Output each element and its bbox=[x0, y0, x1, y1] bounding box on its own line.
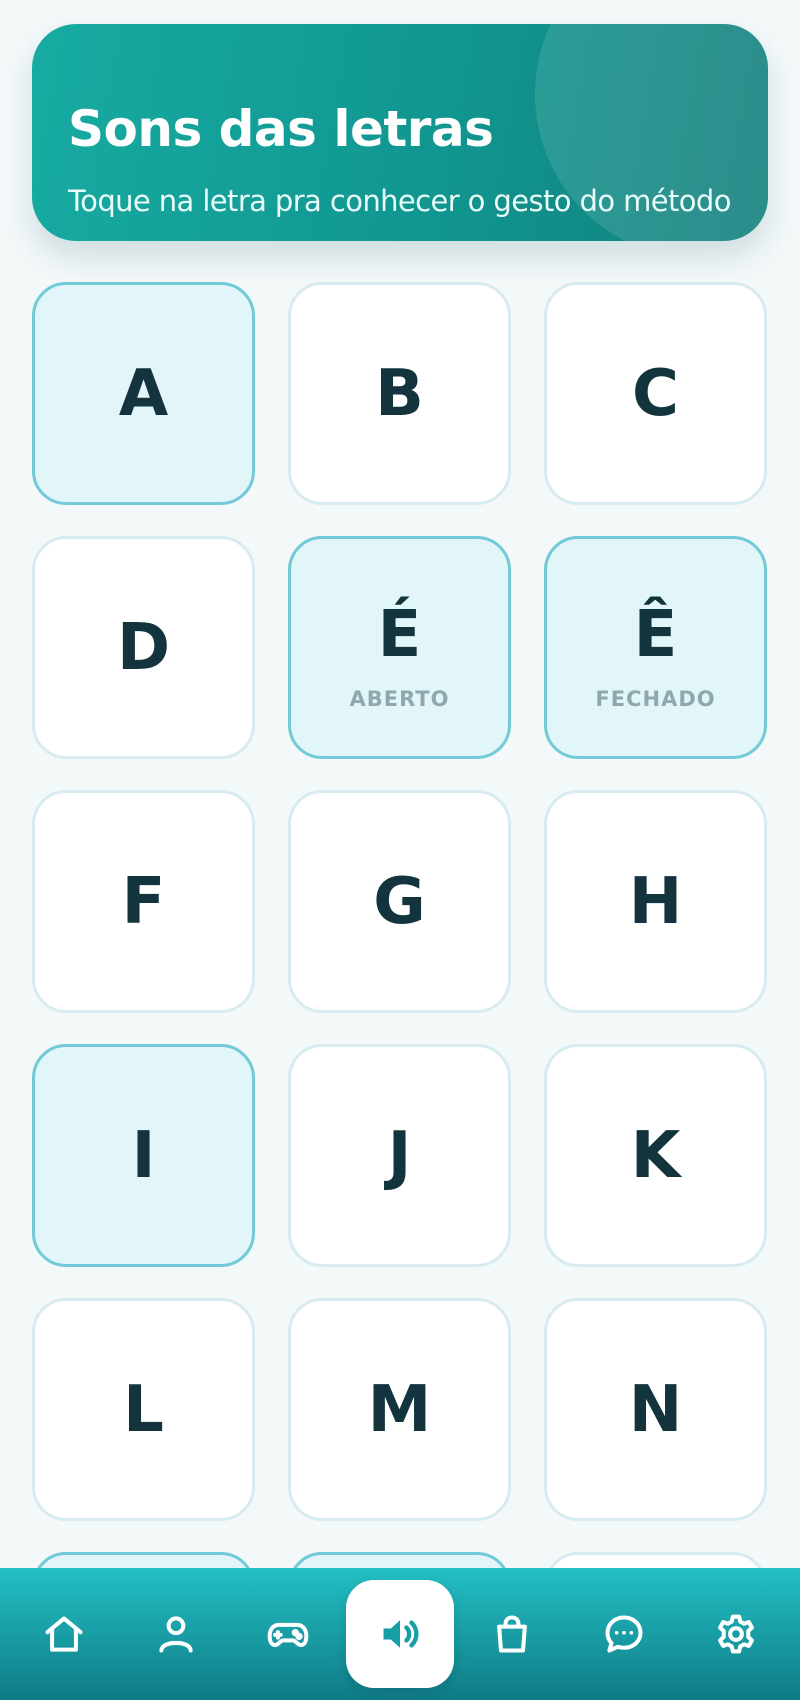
letter-sound-label: ABERTO bbox=[349, 686, 450, 711]
letter-tile[interactable] bbox=[288, 1552, 511, 1569]
letter-tile[interactable]: C bbox=[544, 282, 767, 505]
letter-tile[interactable]: Ê FECHADO bbox=[544, 536, 767, 759]
home-icon bbox=[45, 1616, 83, 1652]
letter-tile[interactable] bbox=[32, 1552, 255, 1569]
nav-games[interactable] bbox=[234, 1580, 342, 1688]
nav-settings[interactable] bbox=[682, 1580, 790, 1688]
letter-label: Ê bbox=[633, 597, 678, 672]
letter-label: B bbox=[375, 356, 424, 431]
letter-label: D bbox=[116, 610, 171, 685]
letter-label: L bbox=[123, 1372, 164, 1447]
letter-tile[interactable]: I bbox=[32, 1044, 255, 1267]
letter-label: H bbox=[628, 864, 683, 939]
letter-label: F bbox=[121, 864, 166, 939]
chat-icon bbox=[605, 1615, 643, 1653]
letter-tile[interactable]: K bbox=[544, 1044, 767, 1267]
letter-tile[interactable]: F bbox=[32, 790, 255, 1013]
letter-tile[interactable]: G bbox=[288, 790, 511, 1013]
letter-label: J bbox=[387, 1118, 412, 1193]
bottom-nav bbox=[0, 1568, 800, 1700]
letter-label: I bbox=[131, 1118, 156, 1193]
letter-tile[interactable]: L bbox=[32, 1298, 255, 1521]
letter-label: M bbox=[367, 1372, 432, 1447]
nav-shop[interactable] bbox=[458, 1580, 566, 1688]
page-subtitle: Toque na letra pra conhecer o gesto do m… bbox=[68, 184, 731, 218]
speaker-icon bbox=[383, 1620, 419, 1648]
gear-icon bbox=[718, 1614, 754, 1654]
letter-tile[interactable]: M bbox=[288, 1298, 511, 1521]
letter-label: G bbox=[373, 864, 426, 939]
letter-tile[interactable]: A bbox=[32, 282, 255, 505]
letter-tile[interactable]: J bbox=[288, 1044, 511, 1267]
letter-tile[interactable]: D bbox=[32, 536, 255, 759]
letter-label: N bbox=[628, 1372, 683, 1447]
letter-grid: A B C D É ABERTO Ê FECHADO F G H I J K L M N bbox=[32, 282, 768, 1569]
letter-label: A bbox=[118, 356, 169, 431]
nav-profile[interactable] bbox=[122, 1580, 230, 1688]
nav-home[interactable] bbox=[10, 1580, 118, 1688]
gamepad-icon bbox=[267, 1622, 309, 1648]
letter-tile[interactable]: É ABERTO bbox=[288, 536, 511, 759]
letter-tile[interactable]: N bbox=[544, 1298, 767, 1521]
letter-label: K bbox=[630, 1118, 681, 1193]
letter-label: É bbox=[377, 597, 422, 672]
letter-tile[interactable]: B bbox=[288, 282, 511, 505]
page-title: Sons das letras bbox=[68, 100, 494, 158]
bag-icon bbox=[497, 1615, 527, 1653]
letter-tile[interactable] bbox=[544, 1552, 767, 1569]
nav-chat[interactable] bbox=[570, 1580, 678, 1688]
user-icon bbox=[159, 1616, 193, 1653]
letter-sound-label: FECHADO bbox=[595, 686, 716, 711]
letter-label: C bbox=[632, 356, 679, 431]
letter-tile[interactable]: H bbox=[544, 790, 767, 1013]
nav-sounds[interactable] bbox=[346, 1580, 454, 1688]
page-header: Sons das letras Toque na letra pra conhe… bbox=[32, 24, 768, 241]
